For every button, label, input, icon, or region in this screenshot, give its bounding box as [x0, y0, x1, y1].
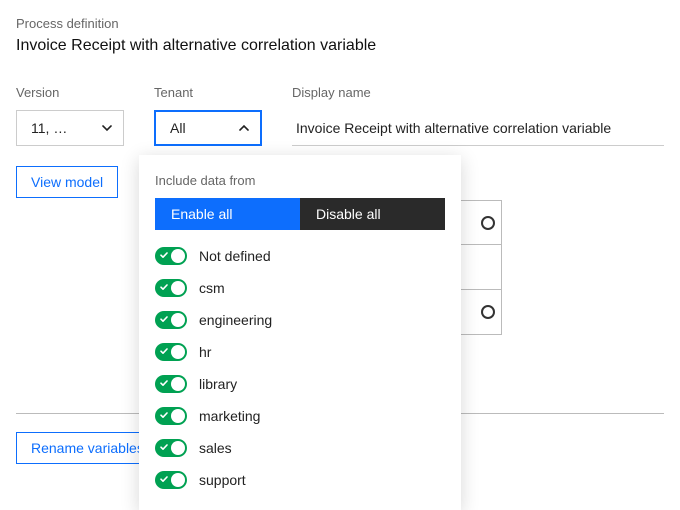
tenant-toggle-item: hr [155, 340, 445, 364]
tenant-select[interactable]: All [154, 110, 262, 146]
toggle-switch[interactable] [155, 375, 187, 393]
tenant-toggle-item: support [155, 468, 445, 492]
toggle-label: engineering [199, 312, 272, 328]
tenant-value: All [170, 120, 186, 136]
display-name-label: Display name [292, 85, 664, 100]
toggle-switch[interactable] [155, 343, 187, 361]
disable-all-button[interactable]: Disable all [300, 198, 445, 230]
toggle-label: csm [199, 280, 225, 296]
tenant-toggle-item: Not defined [155, 244, 445, 268]
toggle-switch[interactable] [155, 311, 187, 329]
tenant-toggle-item: csm [155, 276, 445, 300]
version-value: 11, … [31, 120, 67, 136]
toggle-switch[interactable] [155, 247, 187, 265]
toggle-switch[interactable] [155, 407, 187, 425]
toggle-label: support [199, 472, 246, 488]
toggle-label: hr [199, 344, 211, 360]
toggle-label: sales [199, 440, 232, 456]
toggle-switch[interactable] [155, 439, 187, 457]
end-event-icon [481, 305, 495, 319]
view-model-button[interactable]: View model [16, 166, 118, 198]
tenant-label: Tenant [154, 85, 262, 100]
popover-heading: Include data from [155, 173, 445, 188]
tenant-toggle-item: engineering [155, 308, 445, 332]
tenant-filter-popover: Include data from Enable all Disable all… [139, 155, 461, 510]
tenant-toggle-item: library [155, 372, 445, 396]
end-event-icon [481, 216, 495, 230]
version-label: Version [16, 85, 124, 100]
tenant-toggle-item: marketing [155, 404, 445, 428]
toggle-switch[interactable] [155, 471, 187, 489]
section-label: Process definition [16, 16, 664, 31]
toggle-switch[interactable] [155, 279, 187, 297]
display-name-input[interactable] [292, 110, 664, 146]
toggle-label: marketing [199, 408, 260, 424]
toggle-label: library [199, 376, 237, 392]
enable-all-button[interactable]: Enable all [155, 198, 300, 230]
rename-variables-button[interactable]: Rename variables [16, 432, 151, 464]
chevron-up-icon [238, 122, 250, 134]
toggle-label: Not defined [199, 248, 271, 264]
version-select[interactable]: 11, … [16, 110, 124, 146]
page-title: Invoice Receipt with alternative correla… [16, 37, 664, 55]
tenant-toggle-item: sales [155, 436, 445, 460]
chevron-down-icon [101, 122, 113, 134]
